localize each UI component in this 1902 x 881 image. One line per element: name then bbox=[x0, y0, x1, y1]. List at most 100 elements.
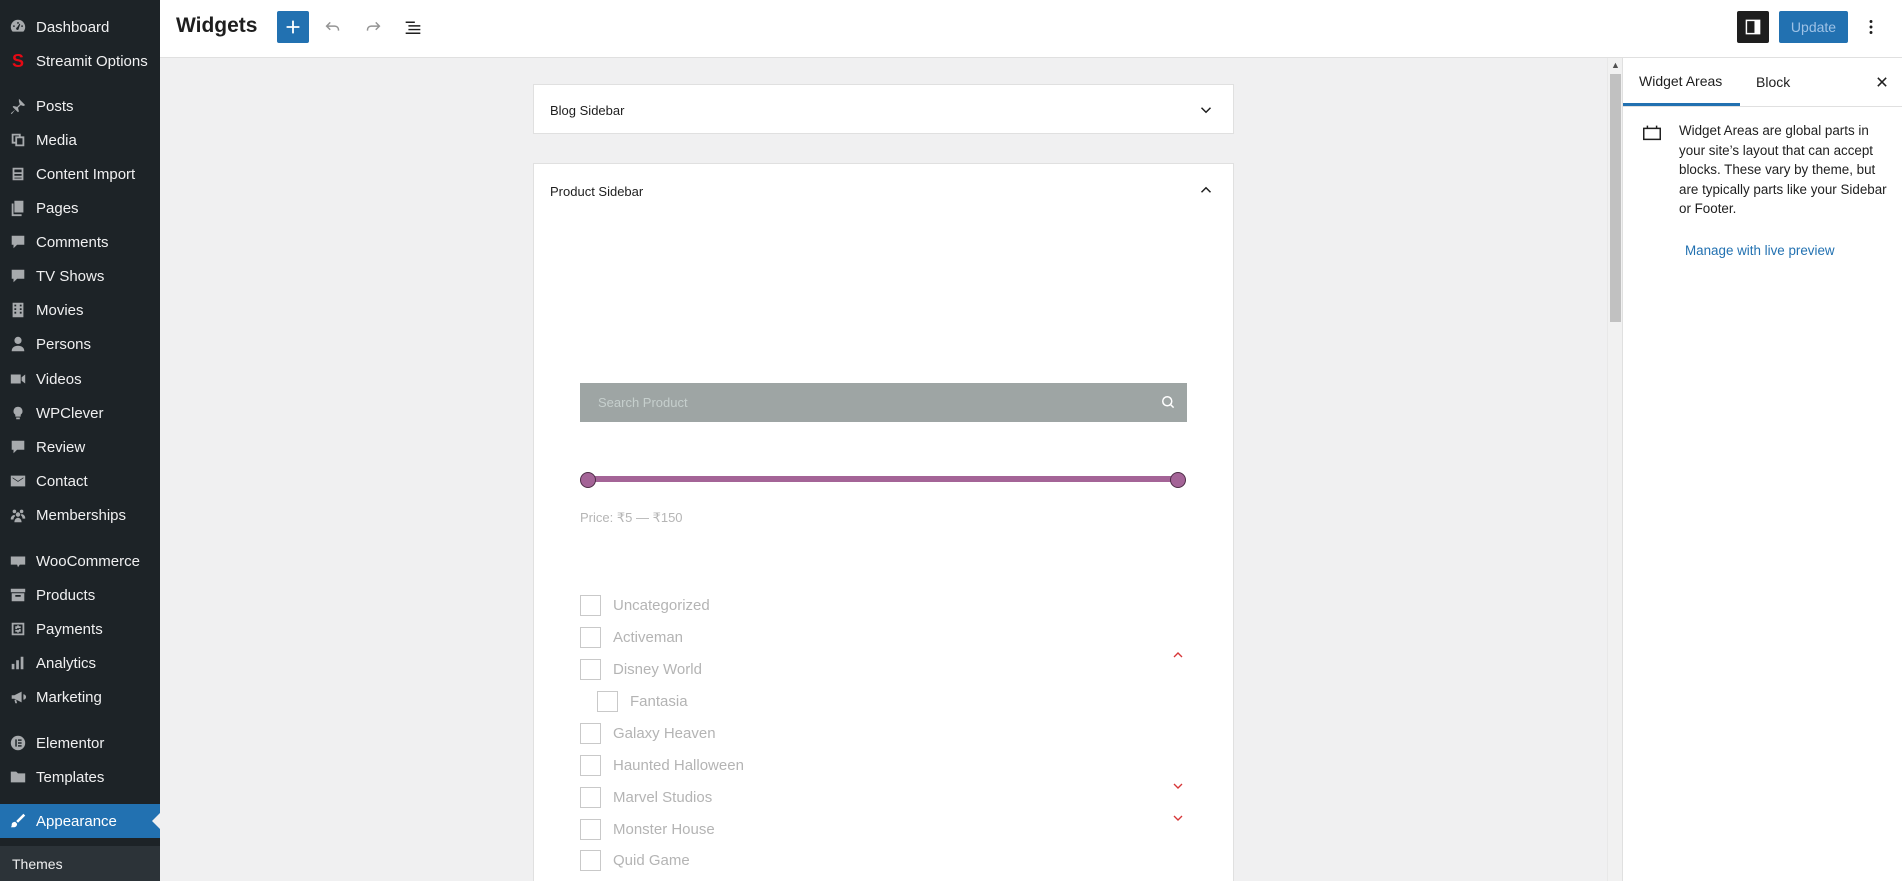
category-checkbox[interactable] bbox=[597, 690, 618, 712]
sidebar-item-contact[interactable]: Contact bbox=[0, 464, 160, 498]
category-item[interactable]: Galaxy Heaven bbox=[580, 722, 716, 744]
film-icon bbox=[0, 301, 36, 319]
comment-icon bbox=[0, 267, 36, 285]
close-icon[interactable] bbox=[1872, 72, 1892, 92]
woo-icon bbox=[0, 552, 36, 570]
search-icon[interactable] bbox=[1159, 393, 1177, 411]
media-icon bbox=[0, 131, 36, 149]
category-label: Uncategorized bbox=[613, 596, 710, 614]
price-slider-track[interactable] bbox=[588, 476, 1179, 482]
undo-icon bbox=[325, 21, 340, 31]
streamit-s-icon: S bbox=[11, 50, 24, 71]
expand-chevron-icon[interactable] bbox=[1170, 810, 1186, 826]
category-checkbox[interactable] bbox=[580, 754, 601, 776]
megaphone-icon bbox=[0, 688, 36, 706]
category-label: Disney World bbox=[613, 660, 702, 678]
category-item[interactable]: Disney World bbox=[580, 658, 702, 680]
sidebar-item-videos[interactable]: Videos bbox=[0, 362, 160, 396]
redo-button[interactable] bbox=[357, 11, 389, 43]
chevron-down-icon[interactable] bbox=[1197, 101, 1215, 119]
list-view-button[interactable] bbox=[397, 11, 429, 43]
category-checkbox[interactable] bbox=[580, 594, 601, 616]
sidebar-item-pages[interactable]: Pages bbox=[0, 191, 160, 225]
sidebar-item-tv-shows[interactable]: TV Shows bbox=[0, 259, 160, 293]
tab-block[interactable]: Block bbox=[1740, 58, 1806, 106]
sidebar-item-wpclever[interactable]: WPClever bbox=[0, 396, 160, 430]
sidebar-item-posts[interactable]: Posts bbox=[0, 89, 160, 123]
editor-header: Widgets Update bbox=[160, 0, 1902, 58]
category-label: Quid Game bbox=[613, 851, 690, 869]
price-slider-max-handle[interactable] bbox=[1170, 472, 1186, 488]
groups-icon bbox=[0, 506, 36, 524]
price-slider-min-handle[interactable] bbox=[580, 472, 596, 488]
sidebar-item-memberships[interactable]: Memberships bbox=[0, 498, 160, 532]
category-item-child[interactable]: Fantasia bbox=[597, 690, 688, 712]
sidebar-item-label: Payments bbox=[36, 620, 103, 638]
sidebar-item-label: TV Shows bbox=[36, 267, 105, 285]
mail-icon bbox=[0, 472, 36, 490]
category-item[interactable]: Quid Game bbox=[580, 849, 690, 871]
sidebar-item-appearance[interactable]: Appearance bbox=[0, 804, 160, 838]
update-button[interactable]: Update bbox=[1779, 11, 1848, 43]
category-checkbox[interactable] bbox=[580, 849, 601, 871]
widget-area-title: Blog Sidebar bbox=[550, 103, 625, 118]
sidebar-item-label: Content Import bbox=[36, 165, 136, 183]
category-checkbox[interactable] bbox=[580, 786, 601, 808]
sidebar-item-dashboard[interactable]: Dashboard bbox=[0, 10, 160, 44]
category-label: Haunted Halloween bbox=[613, 756, 744, 774]
canvas-scrollbar[interactable]: ▲ bbox=[1607, 58, 1622, 881]
more-options-button[interactable] bbox=[1855, 11, 1887, 43]
scrollbar-thumb[interactable] bbox=[1610, 74, 1621, 322]
sidebar-item-content-import[interactable]: Content Import bbox=[0, 157, 160, 191]
tab-widget-areas[interactable]: Widget Areas bbox=[1623, 58, 1740, 106]
sidebar-item-label: Memberships bbox=[36, 506, 127, 524]
comment-icon bbox=[0, 233, 36, 251]
sidebar-item-media[interactable]: Media bbox=[0, 123, 160, 157]
add-block-button[interactable] bbox=[277, 11, 309, 43]
category-item[interactable]: Activeman bbox=[580, 626, 683, 648]
submenu-item-themes[interactable]: Themes bbox=[12, 856, 63, 872]
sidebar-item-streamit-options[interactable]: S Streamit Options bbox=[0, 44, 160, 78]
widget-area-title: Product Sidebar bbox=[550, 184, 644, 199]
kebab-menu-icon bbox=[1869, 20, 1873, 34]
sidebar-item-products[interactable]: Products bbox=[0, 578, 160, 612]
expand-chevron-icon[interactable] bbox=[1170, 778, 1186, 794]
category-checkbox[interactable] bbox=[580, 818, 601, 840]
undo-button[interactable] bbox=[317, 11, 349, 43]
sidebar-item-persons[interactable]: Persons bbox=[0, 327, 160, 361]
product-search-input[interactable]: Search Product bbox=[580, 383, 1187, 422]
sidebar-item-payments[interactable]: Payments bbox=[0, 612, 160, 646]
chevron-up-icon[interactable] bbox=[1197, 181, 1215, 199]
category-item[interactable]: Haunted Halloween bbox=[580, 754, 744, 776]
category-checkbox[interactable] bbox=[580, 626, 601, 648]
sidebar-item-woocommerce[interactable]: WooCommerce bbox=[0, 544, 160, 578]
manage-live-preview-link[interactable]: Manage with live preview bbox=[1685, 243, 1835, 258]
video-icon bbox=[0, 370, 36, 388]
sidebar-item-label: WooCommerce bbox=[36, 552, 140, 570]
sidebar-item-review[interactable]: Review bbox=[0, 430, 160, 464]
scroll-up-arrow-icon[interactable]: ▲ bbox=[1611, 60, 1620, 70]
sidebar-item-movies[interactable]: Movies bbox=[0, 293, 160, 327]
sidebar-item-label: Analytics bbox=[36, 654, 97, 672]
sidebar-item-marketing[interactable]: Marketing bbox=[0, 680, 160, 714]
category-checkbox[interactable] bbox=[580, 722, 601, 744]
list-view-icon bbox=[405, 21, 421, 34]
category-item[interactable]: Monster House bbox=[580, 818, 715, 840]
sidebar-item-elementor[interactable]: Elementor bbox=[0, 726, 160, 760]
collapse-chevron-icon[interactable] bbox=[1170, 647, 1186, 663]
sidebar-item-templates[interactable]: Templates bbox=[0, 760, 160, 794]
category-item[interactable]: Uncategorized bbox=[580, 594, 710, 616]
category-checkbox[interactable] bbox=[580, 658, 601, 680]
sidebar-item-analytics[interactable]: Analytics bbox=[0, 646, 160, 680]
dashboard-icon bbox=[0, 18, 36, 36]
sidebar-item-label: Streamit Options bbox=[36, 52, 148, 70]
sidebar-item-label: Products bbox=[36, 586, 96, 604]
search-placeholder: Search Product bbox=[598, 395, 688, 410]
widget-area-blog-sidebar[interactable]: Blog Sidebar bbox=[533, 84, 1234, 134]
sidebar-item-comments[interactable]: Comments bbox=[0, 225, 160, 259]
settings-toggle-button[interactable] bbox=[1737, 11, 1769, 43]
sidebar-item-label: Templates bbox=[36, 768, 105, 786]
tabs-divider bbox=[1623, 106, 1902, 107]
category-item[interactable]: Marvel Studios bbox=[580, 786, 712, 808]
price-range-label: Price: ₹5 — ₹150 bbox=[580, 510, 683, 525]
